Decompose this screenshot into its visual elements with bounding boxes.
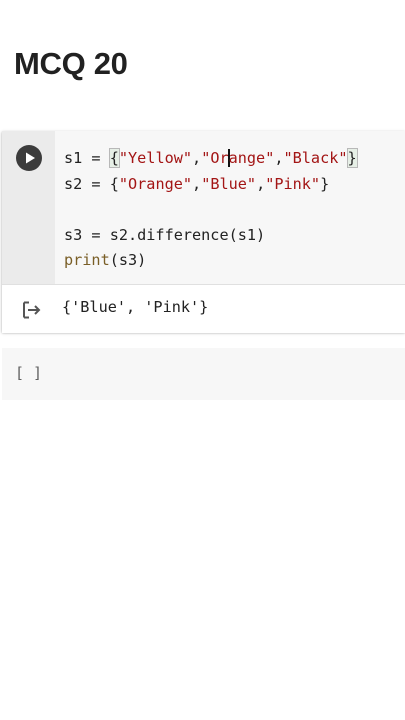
output-text: {'Blue', 'Pink'} bbox=[62, 298, 209, 316]
code-token: } bbox=[320, 174, 330, 193]
cell-gutter bbox=[2, 131, 55, 284]
empty-code-cell[interactable]: [ ] bbox=[2, 348, 405, 400]
string-literal: "Pink" bbox=[265, 174, 321, 193]
string-literal: "Or bbox=[201, 149, 229, 167]
code-token: , bbox=[256, 174, 266, 193]
builtin-function: print bbox=[64, 251, 110, 269]
cell-output: {'Blue', 'Pink'} bbox=[2, 284, 405, 333]
code-token: (s3) bbox=[109, 251, 147, 269]
code-line-1: s1 = {"Yellow","Orange","Black"} bbox=[64, 146, 358, 172]
code-line-2: s2 = {"Orange","Blue","Pink"} bbox=[64, 172, 357, 198]
code-text: s1 = {"Yellow","Orange","Black"} s2 = {"… bbox=[64, 146, 358, 274]
string-literal: "Orange" bbox=[118, 174, 193, 193]
output-redirect-icon[interactable] bbox=[21, 300, 43, 320]
string-literal: "Black" bbox=[283, 149, 348, 167]
string-literal: "Blue" bbox=[201, 174, 257, 193]
section-heading: MCQ 20 bbox=[14, 46, 128, 81]
execution-count-label[interactable]: [ ] bbox=[15, 364, 42, 382]
code-line-5: print(s3) bbox=[64, 248, 357, 274]
code-token: s1 = bbox=[64, 149, 110, 167]
code-cell[interactable]: s1 = {"Yellow","Orange","Black"} s2 = {"… bbox=[2, 131, 405, 333]
matched-brace-open: { bbox=[108, 148, 120, 168]
play-circle-icon bbox=[26, 152, 35, 164]
code-line-4: s3 = s2.difference(s1) bbox=[64, 225, 266, 244]
code-token: s2 = { bbox=[64, 174, 119, 193]
code-token: , bbox=[192, 174, 202, 193]
matched-brace-close: } bbox=[346, 148, 358, 168]
string-literal: ange" bbox=[228, 149, 275, 167]
run-cell-button[interactable] bbox=[16, 145, 42, 171]
code-editor[interactable]: s1 = {"Yellow","Orange","Black"} s2 = {"… bbox=[55, 131, 405, 284]
code-token: , bbox=[274, 149, 284, 167]
string-literal: "Yellow" bbox=[118, 149, 193, 167]
code-token: , bbox=[192, 149, 202, 167]
